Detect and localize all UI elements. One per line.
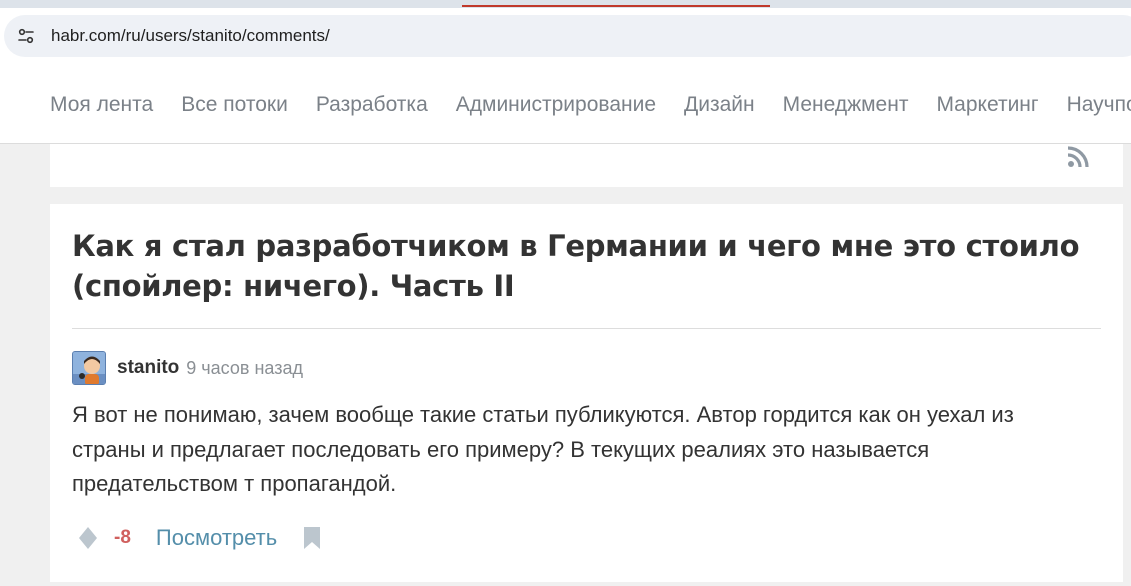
comment-author[interactable]: stanito bbox=[117, 357, 179, 379]
comment-text: Я вот не понимаю, зачем вообще такие ста… bbox=[72, 402, 1014, 496]
comment-actions: -8 Посмотреть bbox=[72, 522, 321, 554]
comment-time[interactable]: 9 часов назад bbox=[186, 358, 303, 379]
divider bbox=[72, 328, 1101, 329]
rss-icon[interactable] bbox=[1067, 146, 1091, 168]
address-bar[interactable]: habr.com/ru/users/stanito/comments/ bbox=[4, 15, 1131, 57]
browser-toolbar: habr.com/ru/users/stanito/comments/ bbox=[0, 8, 1131, 66]
bookmark-icon[interactable] bbox=[303, 526, 321, 550]
nav-item-administration[interactable]: Администрирование bbox=[456, 93, 656, 117]
view-comment-link[interactable]: Посмотреть bbox=[156, 525, 277, 551]
nav-item-design[interactable]: Дизайн bbox=[684, 93, 755, 117]
post-title[interactable]: Как я стал разработчиком в Германии и че… bbox=[72, 226, 1112, 306]
hubs-navigation: Моя лента Все потоки Разработка Админист… bbox=[0, 66, 1131, 144]
active-tab-indicator bbox=[462, 5, 770, 7]
vote-diamond-icon[interactable] bbox=[78, 526, 98, 550]
browser-tab-strip bbox=[0, 0, 1131, 8]
comment-meta: stanito 9 часов назад bbox=[72, 351, 303, 385]
comment-card: Как я стал разработчиком в Германии и че… bbox=[50, 204, 1123, 582]
nav-item-management[interactable]: Менеджмент bbox=[783, 93, 909, 117]
comment-score: -8 bbox=[114, 527, 131, 548]
nav-item-my-feed[interactable]: Моя лента bbox=[50, 93, 153, 117]
profile-header-card bbox=[50, 144, 1123, 187]
avatar[interactable] bbox=[72, 351, 106, 385]
nav-item-all-streams[interactable]: Все потоки bbox=[181, 93, 288, 117]
nav-item-development[interactable]: Разработка bbox=[316, 93, 428, 117]
nav-item-marketing[interactable]: Маркетинг bbox=[936, 93, 1038, 117]
url-text[interactable]: habr.com/ru/users/stanito/comments/ bbox=[51, 26, 330, 46]
site-info-icon[interactable] bbox=[10, 20, 42, 52]
nav-item-popsci[interactable]: Научпоп bbox=[1067, 93, 1131, 117]
